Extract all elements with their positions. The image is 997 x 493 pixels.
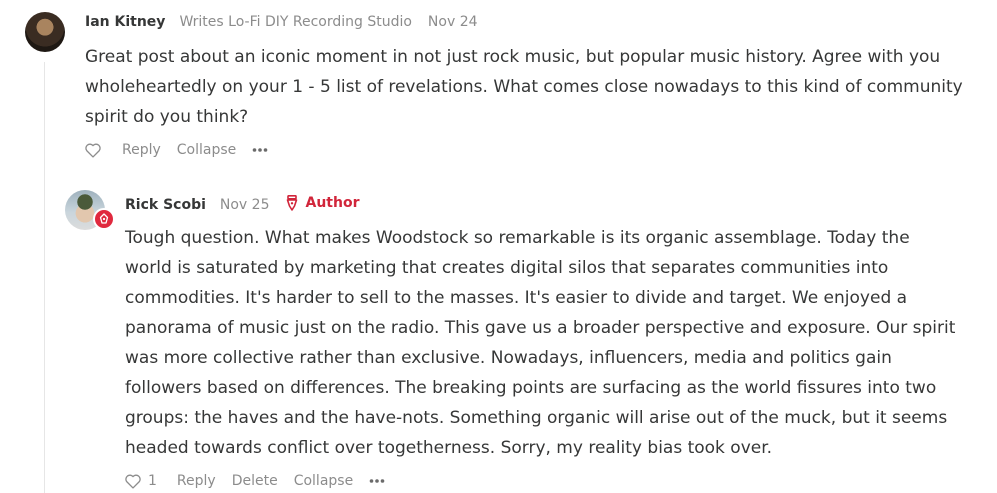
like-count: 1 <box>148 473 157 489</box>
more-icon <box>369 479 385 483</box>
comment-meta: Rick Scobi Nov 25 Author <box>125 193 359 213</box>
comment-body-line: groups: the haves and the have-nots. Som… <box>125 408 948 428</box>
comment-body-line: followers based on differences. The brea… <box>125 378 937 398</box>
comment-rick-scobi: Rick Scobi Nov 25 Author Tough question.… <box>0 0 997 493</box>
comment-body-line: world is saturated by marketing that cre… <box>125 258 889 278</box>
author-badge-label: Author <box>305 195 360 211</box>
comment-body: Tough question. What makes Woodstock so … <box>125 223 955 463</box>
delete-button[interactable]: Delete <box>232 473 278 489</box>
heart-icon <box>125 474 141 489</box>
comment-body-line: Tough question. What makes Woodstock so … <box>125 228 910 248</box>
comment-actions: 1 Reply Delete Collapse <box>124 473 385 489</box>
collapse-button[interactable]: Collapse <box>294 473 354 489</box>
like-button[interactable]: 1 <box>124 473 157 489</box>
reply-button[interactable]: Reply <box>177 473 216 489</box>
comment-body-line: panorama of music just on the radio. Thi… <box>125 318 956 338</box>
author-badge: Author <box>285 195 359 211</box>
author-badge-icon <box>93 208 115 230</box>
author-name[interactable]: Rick Scobi <box>125 197 206 213</box>
comment-body-line: headed towards conflict over togethernes… <box>125 438 773 458</box>
comment-date[interactable]: Nov 25 <box>220 197 270 213</box>
comment-body-line: commodities. It's harder to sell to the … <box>125 288 908 308</box>
comment-body-line: was more collective rather than exclusiv… <box>125 348 892 368</box>
more-options-button[interactable] <box>369 478 385 484</box>
pen-nib-icon <box>287 195 298 211</box>
